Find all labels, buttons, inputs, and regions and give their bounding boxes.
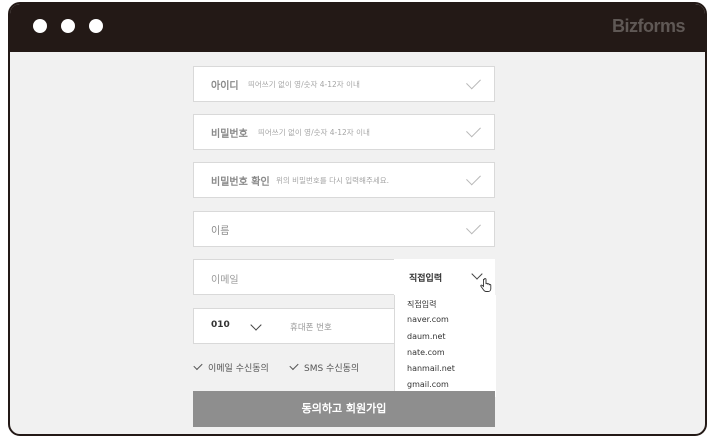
email-domain-selected: 직접입력 bbox=[409, 274, 443, 284]
title-bar: Bizforms bbox=[10, 4, 705, 52]
window-dot-icon[interactable] bbox=[89, 19, 103, 33]
brand-logo: Bizforms bbox=[611, 16, 686, 36]
password-confirm-label: 비밀번호 확인 bbox=[211, 177, 270, 188]
email-domain-dropdown: 직접입력 naver.com daum.net nate.com hanmail… bbox=[394, 295, 496, 397]
password-hint: 띄어쓰기 없이 영/숫자 4-12자 이내 bbox=[258, 128, 370, 137]
dropdown-option[interactable]: hanmail.net bbox=[407, 364, 455, 373]
dropdown-option[interactable]: gmail.com bbox=[407, 380, 449, 389]
submit-button[interactable]: 동의하고 회원가입 bbox=[193, 391, 495, 427]
password-label: 비밀번호 bbox=[211, 129, 248, 140]
userid-label: 아이디 bbox=[211, 81, 239, 92]
phone-placeholder: 휴대폰 번호 bbox=[290, 323, 332, 333]
check-icon bbox=[466, 219, 481, 235]
check-icon bbox=[466, 170, 481, 186]
window-dot-icon[interactable] bbox=[61, 19, 75, 33]
phone-prefix-value: 010 bbox=[211, 320, 230, 330]
userid-hint: 띄어쓰기 없이 영/숫자 4-12자 이내 bbox=[248, 80, 360, 89]
check-icon bbox=[289, 360, 299, 371]
check-icon bbox=[193, 360, 203, 371]
browser-window: Bizforms 아이디 띄어쓰기 없이 영/숫자 4-12자 이내 비밀번호 … bbox=[8, 2, 707, 436]
check-icon bbox=[466, 122, 481, 138]
chevron-down-icon bbox=[250, 319, 262, 331]
hand-cursor-icon bbox=[480, 278, 492, 292]
email-consent-label: 이메일 수신동의 bbox=[208, 364, 269, 374]
password-field[interactable]: 비밀번호 띄어쓰기 없이 영/숫자 4-12자 이내 bbox=[193, 114, 495, 150]
phone-number-input[interactable]: 휴대폰 번호 bbox=[272, 308, 395, 344]
email-placeholder: 이메일 bbox=[211, 275, 239, 286]
dropdown-option[interactable]: naver.com bbox=[407, 315, 449, 324]
window-dot-icon[interactable] bbox=[33, 19, 47, 33]
password-confirm-field[interactable]: 비밀번호 확인 위의 비밀번호를 다시 입력해주세요. bbox=[193, 162, 495, 198]
name-field[interactable]: 이름 bbox=[193, 211, 495, 247]
password-confirm-hint: 위의 비밀번호를 다시 입력해주세요. bbox=[276, 176, 390, 185]
dropdown-option[interactable]: nate.com bbox=[407, 348, 445, 357]
signup-form: 아이디 띄어쓰기 없이 영/숫자 4-12자 이내 비밀번호 띄어쓰기 없이 영… bbox=[10, 52, 705, 434]
name-label: 이름 bbox=[211, 226, 230, 237]
sms-consent-label: SMS 수신동의 bbox=[304, 364, 360, 374]
dropdown-option[interactable]: 직접입력 bbox=[407, 299, 436, 310]
check-icon bbox=[466, 74, 481, 90]
dropdown-option[interactable]: daum.net bbox=[407, 332, 446, 341]
phone-prefix-select[interactable]: 010 bbox=[193, 308, 273, 344]
userid-field[interactable]: 아이디 띄어쓰기 없이 영/숫자 4-12자 이내 bbox=[193, 66, 495, 102]
